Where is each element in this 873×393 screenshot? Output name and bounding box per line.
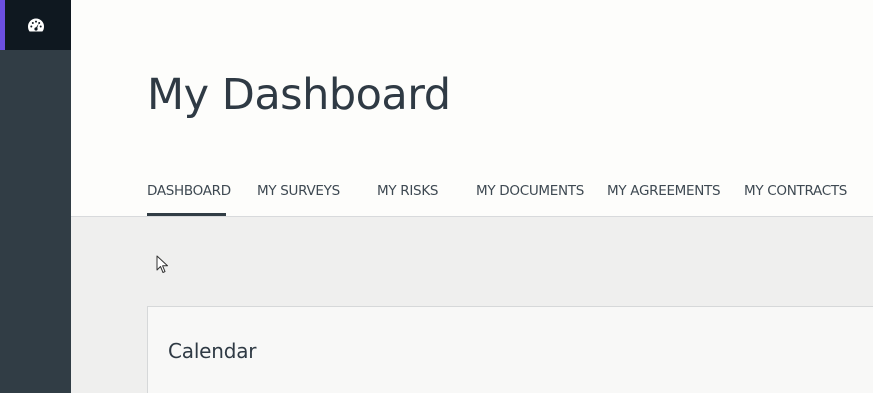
tab-label: DASHBOARD	[147, 183, 231, 199]
tab-label: MY DOCUMENTS	[476, 183, 585, 199]
page-header: My Dashboard DASHBOARD MY SURVEYS MY RIS…	[71, 0, 873, 217]
dashboard-gauge-icon	[28, 18, 44, 32]
mouse-cursor-icon	[156, 255, 168, 273]
main-content: Calendar	[71, 217, 873, 393]
tab-my-documents[interactable]: MY DOCUMENTS	[476, 183, 584, 217]
calendar-card: Calendar	[147, 306, 873, 393]
sidebar-item-dashboard[interactable]	[0, 0, 71, 50]
tab-dashboard[interactable]: DASHBOARD	[147, 183, 231, 217]
tab-my-agreements[interactable]: MY AGREEMENTS	[607, 183, 721, 217]
tab-bar: DASHBOARD MY SURVEYS MY RISKS MY DOCUMEN…	[71, 183, 873, 217]
calendar-card-title: Calendar	[168, 339, 257, 363]
app-window: My Dashboard DASHBOARD MY SURVEYS MY RIS…	[0, 0, 873, 393]
page-title: My Dashboard	[147, 70, 451, 120]
tab-label: MY SURVEYS	[257, 183, 340, 199]
tab-label: MY AGREEMENTS	[607, 183, 721, 199]
tab-label: MY RISKS	[377, 183, 439, 199]
tab-my-risks[interactable]: MY RISKS	[377, 183, 438, 217]
sidebar-active-indicator	[0, 0, 5, 50]
tab-my-surveys[interactable]: MY SURVEYS	[257, 183, 340, 217]
sidebar	[0, 0, 71, 393]
tab-label: MY CONTRACTS	[744, 183, 848, 199]
tab-my-contracts[interactable]: MY CONTRACTS	[744, 183, 847, 217]
